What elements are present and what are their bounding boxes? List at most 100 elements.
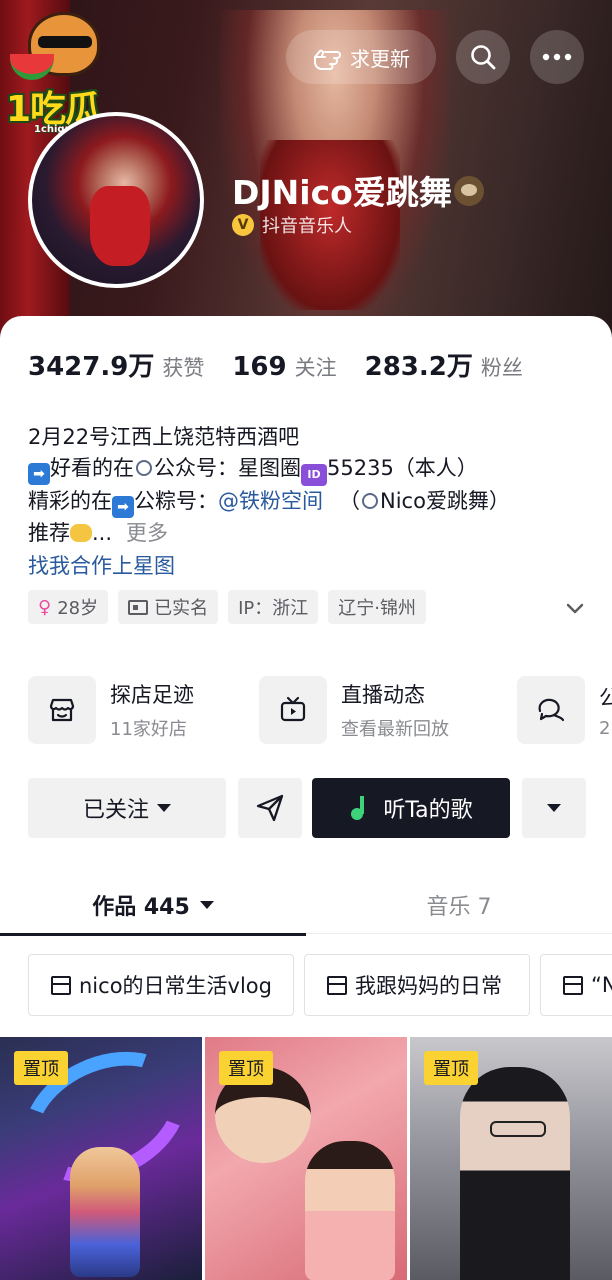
bio-line: 2月22号江西上饶范特西酒吧 [28,422,598,453]
caret-down-icon [199,901,214,909]
service-group-chat[interactable]: 公 2 [517,674,612,746]
request-update-button[interactable]: 求更新 [286,30,436,84]
service-subtitle: 2 [599,717,611,739]
likes-label: 获赞 [162,356,205,380]
logo-watermelon [10,54,54,80]
cooperate-link[interactable]: 找我合作上星图 [28,550,175,580]
shop-icon [49,698,75,722]
bio-ellipsis: ... [92,521,113,545]
location-text: 辽宁·锦州 [338,598,416,619]
stack-icon [561,975,581,995]
tab-works-text: 作品 [92,895,137,920]
tab-works[interactable]: 作品 445 [0,876,306,936]
video-thumbnail[interactable]: 置顶 [205,1037,407,1280]
id-card-icon [128,599,149,615]
bio-line3-a: 精彩的在 [28,489,112,513]
chevron-down-icon[interactable] [562,598,588,618]
pinned-badge: 置顶 [14,1051,68,1085]
verified-musician[interactable]: V 抖音音乐人 [232,212,352,238]
followers-label[interactable]: 粉丝 [481,352,523,382]
service-shop-visits[interactable]: 探店足迹 11家好店 [28,674,194,746]
glasses-shape [490,1121,546,1137]
stack-icon [49,975,69,995]
service-subtitle: 11家好店 [110,719,187,740]
caret-down-icon [547,804,561,812]
video-grid: 置顶 置顶 置顶 [0,1037,612,1280]
collection-chip[interactable]: 我跟妈妈的日常 [304,954,530,1016]
following-button-label: 已关注 [82,798,149,823]
service-text: 直播动态 查看最新回放 [341,679,449,741]
realname-text: 已实名 [154,598,209,619]
service-title: 公 [599,685,612,710]
profile-name-text: DJNico爱跳舞 [232,173,452,212]
service-icon-box [259,676,327,744]
tab-works-label: 作品 445 [92,889,190,921]
more-actions-dropdown[interactable] [522,778,586,838]
tv-icon [280,696,306,722]
bio-line2-b: 公众号：星图圈 [154,456,301,480]
service-title: 直播动态 [341,683,425,707]
service-icon-box [517,676,585,744]
service-text: 公 2 [599,682,612,739]
collection-chip[interactable]: nico的日常生活vlog [28,954,294,1016]
bio-line: 精彩的在 ➡ 公粽号：@铁粉空间 （ Nico爱跳舞） [28,486,598,518]
id-emoji-icon: ID [301,464,327,486]
service-text: 探店足迹 11家好店 [110,679,194,741]
arrow-right-emoji-icon: ➡ [112,496,134,518]
bio[interactable]: 2月22号江西上饶范特西酒吧 ➡ 好看的在 公众号：星图圈 ID 55235（本人） 精… [28,422,598,549]
location-tag: 辽宁·锦州 [328,590,426,624]
pinned-badge: 置顶 [424,1051,478,1085]
avatar[interactable] [28,112,204,288]
ip-tag: IP：浙江 [228,590,319,624]
bio-line4: 推荐 [28,521,70,545]
bio-line2-c: 55235（本人） [327,456,478,480]
bio-more-link[interactable]: 更多 [126,521,168,545]
search-icon [471,45,496,70]
ip-text: IP：浙江 [238,598,309,619]
service-icon-box [28,676,96,744]
collection-title: 我跟妈妈的日常 [355,974,502,998]
collections-row: nico的日常生活vlog 我跟妈妈的日常 “N [28,954,612,1016]
bio-line3-c: （ [339,489,360,513]
age-tag: ♀ 28岁 [28,590,109,624]
mention-link[interactable]: @铁粉空间 [218,489,323,513]
stats-row: 3427.9万 获赞 169 关注 283.2万 粉丝 [28,346,551,383]
bio-line3-d: Nico爱跳舞） [380,489,510,513]
more-button[interactable] [530,30,584,84]
video-thumbnail[interactable]: 置顶 [410,1037,612,1280]
service-title: 探店足迹 [110,683,194,707]
likes-count: 3427.9万 [28,352,155,382]
bio-line: ➡ 好看的在 公众号：星图圈 ID 55235（本人） [28,453,598,486]
bio-line2-a: 好看的在 [50,456,134,480]
content-tabs: 作品 445 音乐 7 [0,876,612,936]
followers-count[interactable]: 283.2万 [365,346,473,383]
following-count[interactable]: 169 [232,352,286,382]
collection-chip[interactable]: “N [540,954,612,1016]
bio-line: 推荐... 更多 [28,518,598,549]
collection-title: nico的日常生活vlog [79,974,272,998]
verified-label: 抖音音乐人 [262,216,352,237]
video-thumbnail[interactable]: 置顶 [0,1037,202,1280]
magnifier-emoji-icon [362,493,378,509]
bio-line1: 2月22号江西上饶范特西酒吧 [28,425,300,449]
hand-point-icon [314,49,341,70]
realname-tag: 已实名 [118,590,219,624]
search-button[interactable] [456,30,510,84]
pinned-badge: 置顶 [219,1051,273,1085]
woman-figure [460,1067,570,1280]
verified-badge-icon: V [232,214,254,236]
pointing-hand-emoji-icon [70,524,92,542]
following-label[interactable]: 关注 [295,352,337,382]
stack-icon [325,975,345,995]
message-button[interactable] [238,778,302,838]
dancer-figure [70,1147,140,1277]
service-entries: 探店足迹 11家好店 直播动态 查看最新回放 公 2 [28,674,612,746]
tab-music[interactable]: 音乐 7 [306,876,612,934]
listen-songs-label: 听Ta的歌 [383,798,473,823]
listen-songs-button[interactable]: 听Ta的歌 [312,778,510,838]
magnifier-emoji-icon [136,460,152,476]
following-button[interactable]: 已关注 [28,778,226,838]
female-icon: ♀ [38,596,52,618]
service-live-replay[interactable]: 直播动态 查看最新回放 [259,674,449,746]
age-text: 28岁 [57,598,99,619]
